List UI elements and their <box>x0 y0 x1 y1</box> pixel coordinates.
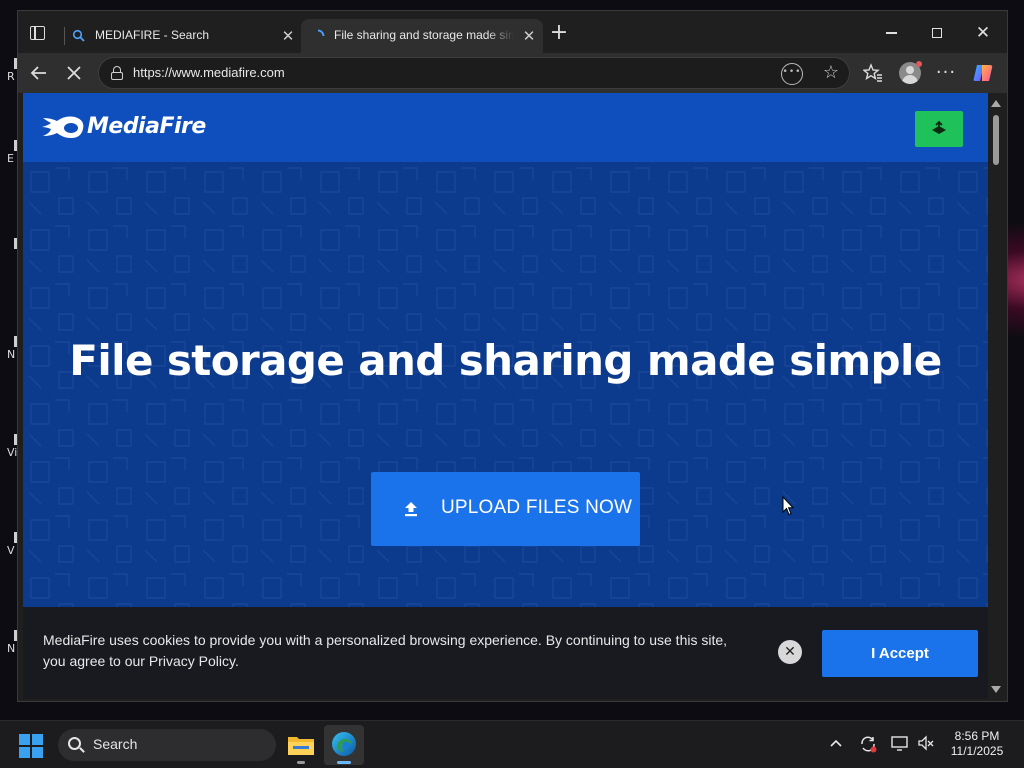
upload-button-label: UPLOAD FILES NOW <box>441 497 633 518</box>
chevron-up-icon[interactable] <box>826 735 846 755</box>
new-tab-button[interactable]: + <box>548 22 570 45</box>
monitor-network-icon <box>891 736 908 751</box>
cookie-close-button[interactable]: ✕ <box>778 640 802 664</box>
file-explorer-button[interactable] <box>281 725 321 765</box>
mouse-cursor-icon <box>782 496 794 516</box>
maximize-button[interactable] <box>914 19 960 47</box>
header-upload-button[interactable] <box>915 111 963 147</box>
hero-section: File storage and sharing made simple UPL… <box>23 162 988 607</box>
cookie-banner: MediaFire uses cookies to provide you wi… <box>23 607 988 699</box>
minimize-icon <box>885 32 897 34</box>
edge-taskbar-button[interactable] <box>324 725 364 765</box>
hero-title: File storage and sharing made simple <box>69 336 942 385</box>
upload-tray-icon <box>932 121 946 134</box>
close-icon: ✕ <box>975 23 991 43</box>
windows-start-icon[interactable] <box>19 734 43 758</box>
add-favorite-star-icon[interactable]: ☆ <box>819 61 843 85</box>
tab-separator <box>64 27 65 45</box>
page-scrollbar[interactable] <box>988 93 1004 699</box>
clock-time: 8:56 PM <box>954 729 1000 743</box>
profile-button[interactable] <box>897 61 922 85</box>
favorites-button[interactable] <box>861 61 885 85</box>
copilot-logo-icon <box>973 65 993 81</box>
sync-arrows-icon <box>861 736 877 753</box>
volume-muted-icon[interactable] <box>916 735 936 755</box>
scroll-down-arrow-icon[interactable] <box>991 686 1001 693</box>
close-icon[interactable]: ✕ <box>519 26 539 46</box>
close-window-button[interactable]: ✕ <box>960 19 1006 47</box>
search-label: Search <box>93 736 138 752</box>
tab-mediafire-active[interactable]: File sharing and storage made simple ✕ <box>301 19 543 53</box>
network-icon[interactable] <box>890 735 910 755</box>
tab-strip: MEDIAFIRE - Search ✕ File sharing and st… <box>18 11 1007 53</box>
taskbar: Search 8:56 PM 11/1/2025 <box>0 720 1024 768</box>
folder-icon <box>288 737 314 755</box>
taskbar-search[interactable]: Search <box>58 729 276 761</box>
scroll-up-arrow-icon[interactable] <box>991 100 1001 107</box>
tab-title: File sharing and storage made simple <box>334 28 514 42</box>
browser-toolbar: https://www.mediafire.com ••• ☆ ··· <box>18 53 1007 93</box>
minimize-button[interactable] <box>868 19 914 47</box>
maximize-icon <box>932 28 942 38</box>
arrow-left-icon <box>30 66 46 80</box>
reader-mode-icon[interactable]: ••• <box>781 63 803 85</box>
tab-mediafire-search[interactable]: MEDIAFIRE - Search ✕ <box>62 19 302 53</box>
back-button[interactable] <box>27 61 51 85</box>
more-options-icon[interactable]: ··· <box>934 61 958 85</box>
stop-loading-button[interactable] <box>62 61 86 85</box>
loading-icon <box>317 29 325 37</box>
logo-text: MediaFire <box>87 114 206 139</box>
speaker-mute-icon <box>918 735 934 751</box>
lock-icon[interactable] <box>110 66 124 80</box>
clock-date: 11/1/2025 <box>950 744 1004 758</box>
upload-files-button[interactable]: UPLOAD FILES NOW <box>371 472 640 546</box>
cookie-message: MediaFire uses cookies to provide you wi… <box>43 632 728 669</box>
browser-window: MEDIAFIRE - Search ✕ File sharing and st… <box>17 10 1008 702</box>
close-icon[interactable]: ✕ <box>278 26 298 46</box>
system-clock[interactable]: 8:56 PM 11/1/2025 <box>944 729 1010 759</box>
page-viewport: MediaFire File storage and sharing made … <box>23 93 988 699</box>
app-running-indicator <box>297 761 305 764</box>
sync-icon[interactable] <box>858 735 878 755</box>
tab-title: MEDIAFIRE - Search <box>95 28 210 42</box>
accept-cookies-button[interactable]: I Accept <box>822 630 978 677</box>
close-icon: ✕ <box>784 644 796 660</box>
copilot-icon[interactable] <box>971 61 995 85</box>
edge-icon <box>332 732 356 756</box>
address-bar[interactable]: https://www.mediafire.com ••• ☆ <box>98 57 850 89</box>
chevron-up-shape-icon <box>830 739 842 747</box>
scrollbar-thumb[interactable] <box>993 115 999 165</box>
tab-actions-icon[interactable] <box>27 22 49 44</box>
search-icon <box>72 29 85 42</box>
notification-dot <box>916 61 922 67</box>
url-text[interactable]: https://www.mediafire.com <box>133 65 285 80</box>
favorites-star-list-icon <box>862 63 882 82</box>
stop-icon <box>67 66 81 80</box>
upload-arrow-icon <box>405 502 417 517</box>
mediafire-flame-icon <box>42 116 84 138</box>
site-header: MediaFire <box>23 93 988 162</box>
app-active-indicator <box>337 761 351 764</box>
